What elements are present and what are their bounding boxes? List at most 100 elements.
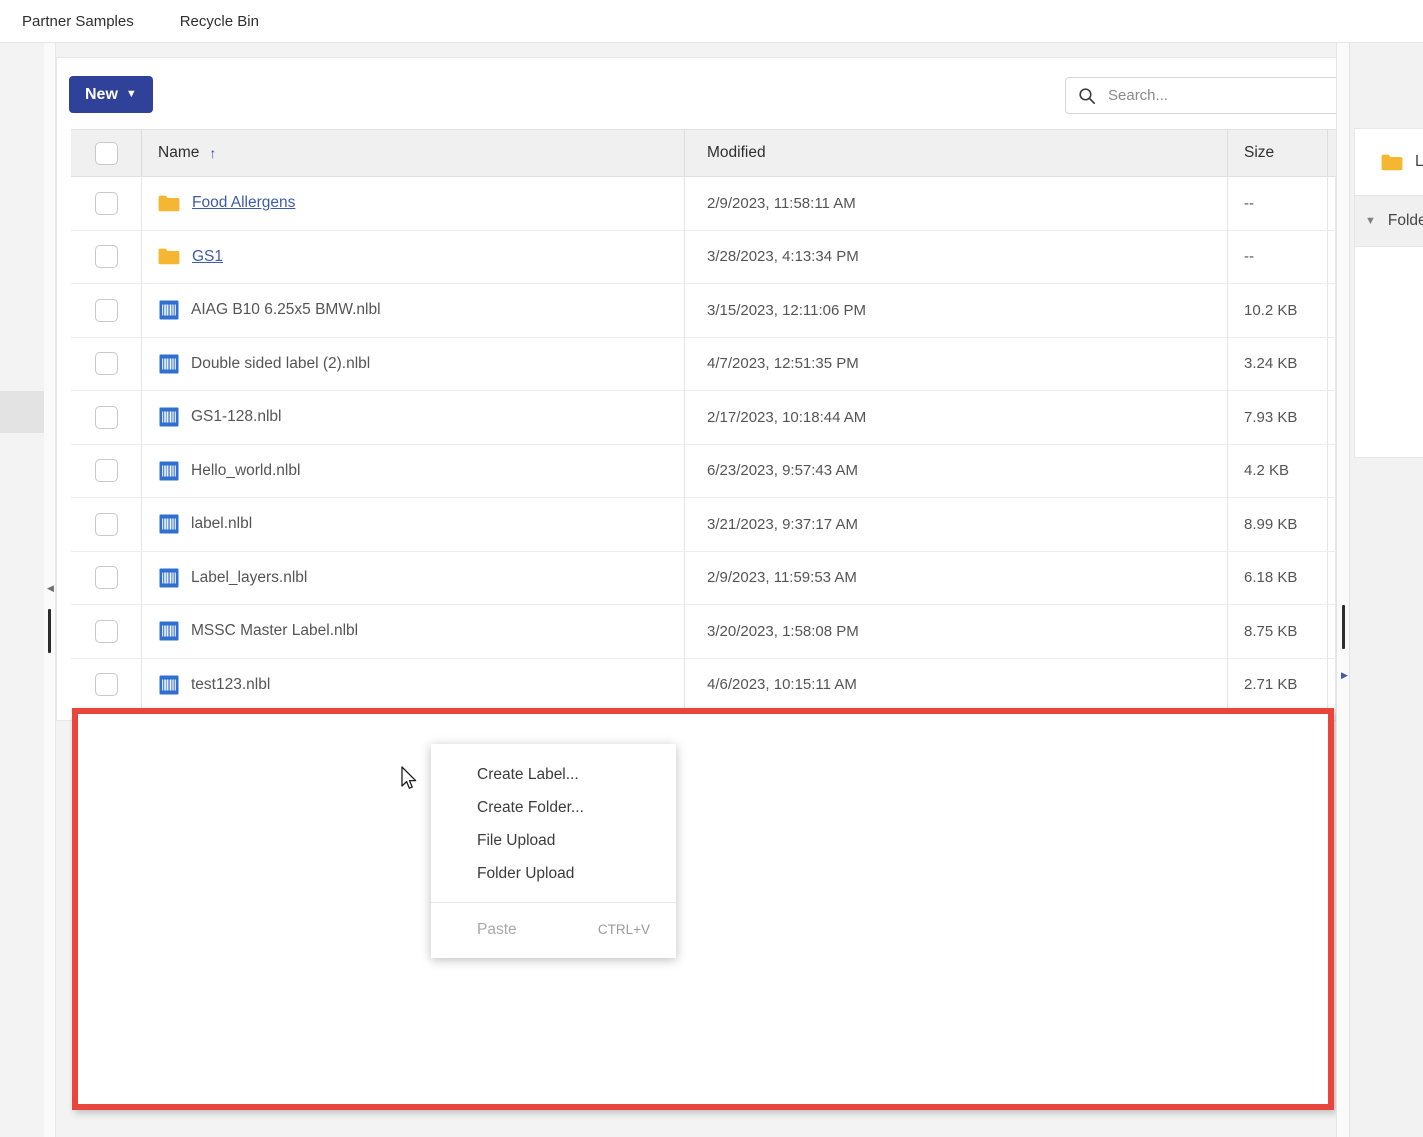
left-splitter-collapse-icon[interactable]: ◀ — [47, 584, 54, 593]
context-menu-item-label: Create Label... — [477, 766, 579, 784]
file-name[interactable]: test123.nlbl — [191, 676, 270, 694]
select-all-checkbox[interactable] — [95, 142, 118, 165]
row-name-cell: AIAG B10 6.25x5 BMW.nlbl — [142, 284, 685, 337]
row-modified: 3/15/2023, 12:11:06 PM — [707, 302, 866, 319]
right-panel-group-label: Folde — [1388, 212, 1423, 230]
context-menu-item[interactable]: Create Folder... — [431, 791, 676, 824]
table-row[interactable]: label.nlbl3/21/2023, 9:37:17 AM8.99 KB — [71, 498, 1345, 552]
folder-link[interactable]: Food Allergens — [192, 194, 295, 212]
row-size: 8.99 KB — [1244, 516, 1297, 533]
file-name[interactable]: label.nlbl — [191, 515, 252, 533]
new-button-label: New — [85, 86, 118, 104]
row-checkbox[interactable] — [95, 459, 118, 482]
table-row[interactable]: Food Allergens 2/9/2023, 11:58:11 AM -- — [71, 177, 1345, 231]
chevron-down-icon: ▼ — [1365, 215, 1376, 227]
row-checkbox[interactable] — [95, 566, 118, 589]
tab-recycle-bin[interactable]: Recycle Bin — [168, 0, 271, 43]
table-row[interactable]: Label_layers.nlbl 2/9/2023, 11:59:53 AM 6.… — [71, 552, 1345, 606]
context-menu-items: Create Label... Create Folder... File Uplo… — [431, 758, 676, 946]
row-modified: 3/20/2023, 1:58:08 PM — [707, 623, 859, 640]
row-modified: 4/6/2023, 10:15:11 AM — [707, 676, 857, 693]
left-splitter[interactable]: ◀ — [44, 43, 56, 1137]
row-checkbox[interactable] — [95, 352, 118, 375]
context-menu-item[interactable]: Folder Upload — [431, 857, 676, 890]
file-name[interactable]: Hello_world.nlbl — [191, 462, 300, 480]
row-size-cell: 3.24 KB — [1228, 338, 1328, 391]
row-name-cell: test123.nlbl — [142, 659, 685, 712]
file-name[interactable]: MSSC Master Label.nlbl — [191, 622, 358, 640]
row-size-cell: 2.71 KB — [1228, 659, 1328, 712]
row-modified: 4/7/2023, 12:51:35 PM — [707, 355, 859, 372]
row-name-cell: GS1 — [142, 231, 685, 284]
row-size-cell: 6.18 KB — [1228, 552, 1328, 605]
table-row[interactable]: GS1-128.nlbl 2/17/2023, 10:18:44 AM 7.93 K… — [71, 391, 1345, 445]
row-checkbox[interactable] — [95, 673, 118, 696]
right-side-panel: La ▼ Folde — [1350, 43, 1423, 1137]
row-name-cell: label.nlbl — [142, 498, 685, 551]
row-select-cell — [71, 231, 142, 284]
file-name[interactable]: GS1-128.nlbl — [191, 408, 281, 426]
table-row[interactable]: Double sided label (2).nlbl 4/7/2023, 12:… — [71, 338, 1345, 392]
table-row[interactable]: GS13/28/2023, 4:13:34 PM-- — [71, 231, 1345, 285]
row-modified: 2/17/2023, 10:18:44 AM — [707, 409, 866, 426]
mouse-cursor — [401, 766, 419, 792]
row-modified-cell: 2/9/2023, 11:58:11 AM — [685, 177, 1228, 230]
table-row[interactable]: AIAG B10 6.25x5 BMW.nlbl 3/15/2023, 12:11… — [71, 284, 1345, 338]
table-row[interactable]: test123.nlbl 4/6/2023, 10:15:11 AM 2.71 KB — [71, 659, 1345, 713]
table-row[interactable]: MSSC Master Label.nlbl 3/20/2023, 1:58:08… — [71, 605, 1345, 659]
context-menu-item[interactable]: File Upload — [431, 824, 676, 857]
right-splitter[interactable]: ▶ — [1336, 43, 1350, 1137]
row-select-cell — [71, 391, 142, 444]
folder-icon — [158, 248, 180, 265]
column-header-name[interactable]: Name ↑ — [142, 130, 685, 176]
row-modified: 2/9/2023, 11:58:11 AM — [707, 195, 856, 212]
row-checkbox[interactable] — [95, 620, 118, 643]
row-size: 3.24 KB — [1244, 355, 1297, 372]
right-panel-card: La ▼ Folde — [1354, 128, 1423, 458]
row-checkbox[interactable] — [95, 513, 118, 536]
row-size: -- — [1244, 195, 1254, 212]
context-menu-item-label: File Upload — [477, 832, 555, 850]
context-menu-item-shortcut: CTRL+V — [598, 922, 650, 937]
row-modified-cell: 6/23/2023, 9:57:43 AM — [685, 445, 1228, 498]
file-name[interactable]: Double sided label (2).nlbl — [191, 355, 370, 373]
context-menu-item[interactable]: Create Label... — [431, 758, 676, 791]
tab-partner-samples[interactable]: Partner Samples — [10, 0, 146, 43]
table-body: Food Allergens 2/9/2023, 11:58:11 AM -- GS1… — [71, 177, 1345, 712]
row-size-cell: 10.2 KB — [1228, 284, 1328, 337]
row-checkbox[interactable] — [95, 192, 118, 215]
column-header-modified[interactable]: Modified — [685, 130, 1228, 176]
row-name-cell: MSSC Master Label.nlbl — [142, 605, 685, 658]
column-header-name-label: Name — [158, 144, 199, 162]
new-button[interactable]: New ▼ — [69, 76, 153, 113]
row-size: 7.93 KB — [1244, 409, 1297, 426]
column-header-size-label: Size — [1244, 144, 1274, 162]
row-checkbox[interactable] — [95, 406, 118, 429]
row-name-cell: Food Allergens — [142, 177, 685, 230]
left-splitter-handle[interactable] — [48, 609, 51, 653]
right-splitter-handle[interactable] — [1342, 605, 1345, 649]
row-checkbox[interactable] — [95, 245, 118, 268]
right-panel-root-item[interactable]: La — [1355, 129, 1423, 195]
row-size-cell: 4.2 KB — [1228, 445, 1328, 498]
table-row[interactable]: Hello_world.nlbl 6/23/2023, 9:57:43 AM4.2… — [71, 445, 1345, 499]
folder-link[interactable]: GS1 — [192, 248, 223, 266]
right-splitter-expand-icon[interactable]: ▶ — [1341, 671, 1348, 680]
column-header-size[interactable]: Size — [1228, 130, 1328, 176]
right-panel-root-label: La — [1415, 153, 1423, 171]
chevron-down-icon: ▼ — [126, 89, 137, 100]
row-modified: 2/9/2023, 11:59:53 AM — [707, 569, 857, 586]
file-name[interactable]: AIAG B10 6.25x5 BMW.nlbl — [191, 301, 381, 319]
label-file-icon — [159, 407, 179, 427]
row-checkbox[interactable] — [95, 299, 118, 322]
file-name[interactable]: Label_layers.nlbl — [191, 569, 307, 587]
row-select-cell — [71, 498, 142, 551]
left-rail-selected-chip — [0, 391, 45, 433]
app-root: Partner Samples Recycle Bin ◀ New ▼ — [0, 0, 1423, 1137]
right-panel-group-header[interactable]: ▼ Folde — [1355, 195, 1423, 247]
label-file-icon — [159, 514, 179, 534]
empty-area-dropzone-highlight[interactable] — [72, 708, 1334, 1110]
column-header-modified-label: Modified — [707, 144, 766, 162]
file-browser-card: New ▼ Name ↑ — [56, 57, 1336, 721]
row-modified-cell: 3/20/2023, 1:58:08 PM — [685, 605, 1228, 658]
